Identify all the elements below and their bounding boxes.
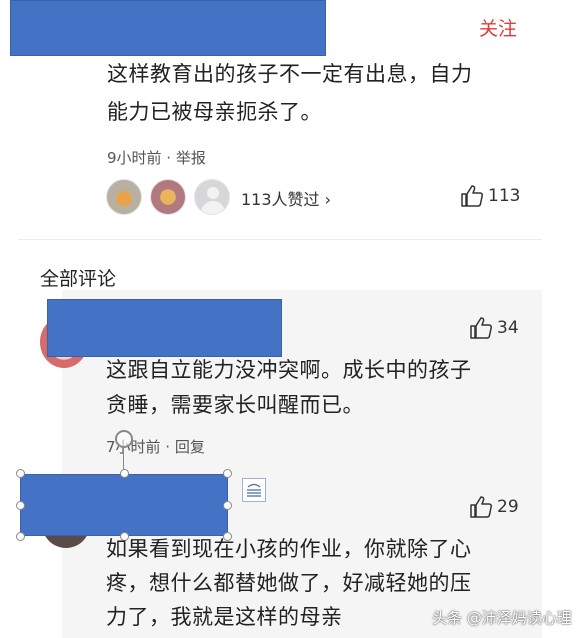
section-divider — [18, 239, 542, 240]
resize-handle-tl[interactable] — [16, 469, 25, 478]
top-comment-like-button[interactable]: 113 — [460, 185, 520, 207]
comment2-text-line3: 力了，我就是这样的母亲 — [106, 605, 343, 629]
top-comment-meta: 9小时前 · 举报 — [107, 149, 206, 167]
redacted-username-comment2[interactable] — [20, 474, 228, 536]
redacted-username-top — [10, 0, 326, 56]
resize-handle-tr[interactable] — [223, 469, 232, 478]
resize-handle-t[interactable] — [120, 469, 129, 478]
follow-button[interactable]: 关注 — [479, 14, 517, 41]
top-comment-text-line2: 能力已被母亲扼杀了。 — [107, 100, 322, 124]
all-comments-title: 全部评论 — [40, 268, 117, 290]
thumbs-up-icon — [469, 317, 493, 339]
comment1-text-line2: 贪睡，需要家长叫醒而已。 — [106, 393, 364, 417]
layout-options-icon[interactable] — [242, 478, 266, 502]
comment2-like-button[interactable]: 29 — [469, 496, 519, 518]
resize-handle-bl[interactable] — [16, 532, 25, 541]
comment1-text-line1: 这跟自立能力没冲突啊。成长中的孩子 — [106, 358, 472, 382]
watermark: 头条 @沛泽妈读心理 — [432, 609, 572, 627]
top-comment-like-count: 113 — [488, 186, 521, 206]
comment2-text-line2: 疼，想什么都替她做了，好减轻她的压 — [106, 571, 472, 595]
comment2-like-count: 29 — [497, 497, 519, 517]
comment2-text-line1: 如果看到现在小孩的作业，你就除了心 — [106, 537, 472, 561]
resize-handle-r[interactable] — [223, 501, 232, 510]
liker-avatar-2[interactable] — [150, 179, 186, 215]
comment1-like-button[interactable]: 34 — [469, 317, 519, 339]
resize-handle-l[interactable] — [16, 501, 25, 510]
comment1-like-count: 34 — [497, 318, 519, 338]
top-comment-text-line1: 这样教育出的孩子不一定有出息，自力 — [107, 62, 473, 86]
rotate-handle-icon[interactable] — [115, 430, 133, 448]
thumbs-up-icon — [469, 496, 493, 518]
liker-avatar-3[interactable] — [194, 179, 230, 215]
liker-avatar-1[interactable] — [106, 179, 142, 215]
default-avatar-icon — [207, 187, 219, 199]
liked-by-link[interactable]: 113人赞过 › — [241, 186, 331, 210]
redacted-username-comment1 — [47, 299, 282, 357]
thumbs-up-icon — [460, 185, 484, 207]
